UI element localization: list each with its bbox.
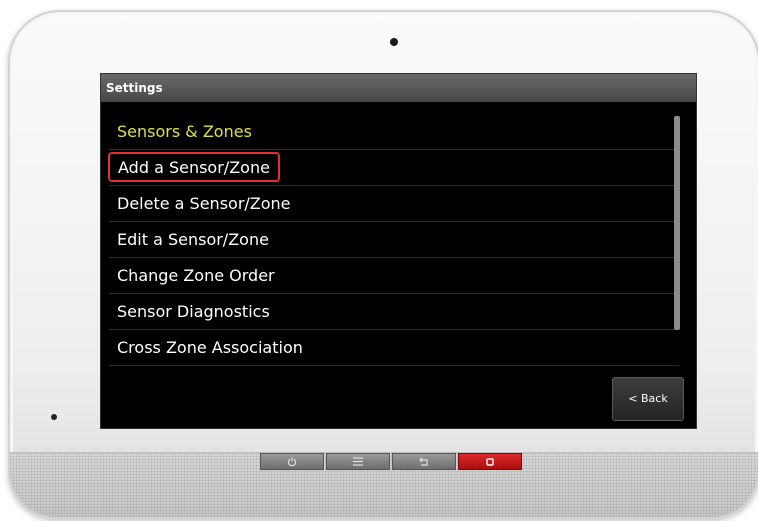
menu-item-delete-sensor-zone[interactable]: Delete a Sensor/Zone (109, 186, 679, 222)
menu-item-sensor-diagnostics[interactable]: Sensor Diagnostics (109, 294, 679, 330)
menu-section-header: Sensors & Zones (109, 114, 679, 150)
panel-device: Settings Sensors & Zones Add a Sensor/Zo… (8, 10, 758, 519)
menu-item-label: Sensor Diagnostics (117, 302, 270, 321)
panic-button[interactable] (458, 453, 522, 470)
back-button[interactable]: < Back (612, 377, 684, 421)
screen-title: Settings (101, 74, 696, 102)
menu-item-label: Add a Sensor/Zone (108, 152, 280, 182)
return-icon (419, 457, 428, 466)
settings-menu: Sensors & Zones Add a Sensor/Zone Delete… (108, 114, 679, 366)
panic-icon (486, 457, 494, 466)
return-button[interactable] (392, 453, 456, 470)
touch-screen: Settings Sensors & Zones Add a Sensor/Zo… (100, 73, 697, 429)
power-button[interactable] (260, 453, 324, 470)
menu-item-edit-sensor-zone[interactable]: Edit a Sensor/Zone (109, 222, 679, 258)
power-icon (287, 457, 297, 466)
menu-icon (353, 457, 363, 466)
menu-item-label: Cross Zone Association (117, 338, 303, 357)
menu-item-label: Edit a Sensor/Zone (117, 230, 269, 249)
menu-item-label: Change Zone Order (117, 266, 275, 285)
menu-item-change-zone-order[interactable]: Change Zone Order (109, 258, 679, 294)
menu-button[interactable] (326, 453, 390, 470)
menu-item-label: Delete a Sensor/Zone (117, 194, 291, 213)
menu-scrollbar[interactable] (674, 116, 680, 330)
camera-lens (390, 38, 398, 46)
hardware-button-bar (260, 453, 522, 470)
status-led (51, 414, 57, 420)
menu-item-cross-zone-association[interactable]: Cross Zone Association (109, 330, 679, 366)
menu-item-add-sensor-zone[interactable]: Add a Sensor/Zone (108, 150, 679, 186)
